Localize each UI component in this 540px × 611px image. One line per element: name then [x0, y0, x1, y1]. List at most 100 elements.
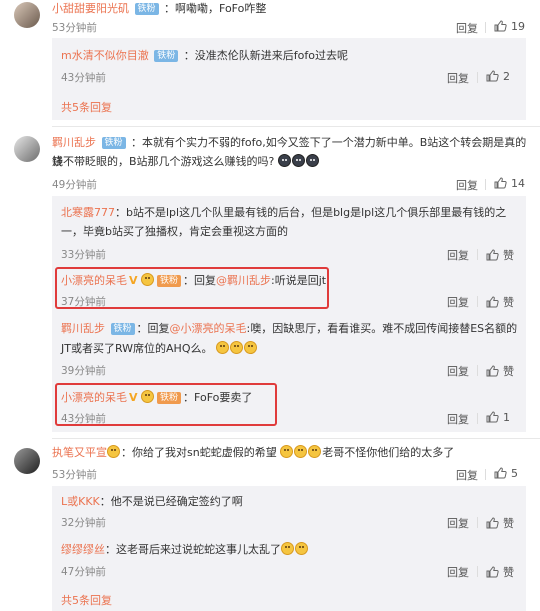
timestamp: 33分钟前 [61, 249, 106, 261]
reply-text-line2: 一，毕竟b站买了独播权，肯定会重视这方面的 [61, 225, 288, 238]
emoji-icon [291, 154, 305, 167]
like-label: 赞 [503, 517, 514, 530]
reply-body: ：b站不是lpl这几个队里最有钱的后台，但是blg是lpl这几个俱乐部里最有钱的… [115, 206, 507, 219]
like-button[interactable]: 5 [494, 467, 518, 480]
reply-button[interactable]: 回复 [447, 363, 469, 379]
comment-text: 小甜甜要阳光矶 铁粉 ：啊嘞嘞，FoFo咋整 [52, 0, 266, 18]
separator [485, 469, 486, 480]
comment-text: 执笔又平宣 ：你给了我对sn蛇蛇虚假的希望 老哥不怪你他们给的太多了 [52, 443, 454, 462]
divider [52, 438, 540, 439]
like-count: 1 [503, 411, 510, 424]
username[interactable]: 缪缪缪丝 [61, 543, 105, 556]
comment-body: ：你给了我对sn蛇蛇虚假的希望 [121, 446, 277, 459]
like-button[interactable]: 赞 [486, 564, 514, 580]
reply-button[interactable]: 回复 [447, 564, 469, 580]
reply-body: ：FoFo要卖了 [183, 391, 253, 404]
divider [52, 126, 540, 127]
username[interactable]: 北寒露777 [61, 206, 115, 219]
like-button[interactable]: 赞 [486, 363, 514, 379]
username[interactable]: 羁川乱步 [52, 136, 96, 149]
emoji-icon [216, 341, 229, 354]
username[interactable]: 小漂亮的呆毛 [61, 391, 127, 404]
like-button[interactable]: 14 [494, 177, 525, 190]
fan-badge: 铁粉 [110, 323, 135, 335]
avatar[interactable] [14, 448, 40, 474]
vip-icon: V [129, 391, 138, 404]
reply-button[interactable]: 回复 [447, 515, 469, 531]
thumbs-up-icon [486, 70, 499, 82]
fan-badge: 铁粉 [157, 275, 182, 287]
fan-badge: 铁粉 [101, 137, 126, 149]
username[interactable]: m水清不似你目澈 [61, 49, 149, 62]
fan-badge: 铁粉 [154, 50, 179, 62]
mention-link[interactable]: @羁川乱步 [216, 274, 271, 287]
like-button[interactable]: 赞 [486, 515, 514, 531]
username[interactable]: 执笔又平宣 [52, 446, 107, 459]
separator [477, 72, 478, 83]
separator [477, 413, 478, 424]
thumbs-up-icon [486, 517, 499, 529]
reply-body: :噢，因缺思厅，看看谁买。难不成回传闻接替ES名额的 [246, 322, 518, 335]
username[interactable]: 小漂亮的呆毛 [61, 274, 127, 287]
username[interactable]: L或KKK [61, 495, 100, 508]
emoji-icon [277, 154, 291, 167]
separator [477, 517, 478, 528]
reply-text: m水清不似你目澈 铁粉 ：没准杰伦队新进来后fofo过去呢 [61, 46, 348, 65]
emoji-icon [280, 445, 294, 458]
reply-body: ：他不是说已经确定签约了啊 [99, 495, 243, 508]
separator [477, 365, 478, 376]
separator [485, 22, 486, 33]
reply-text: 羁川乱步 铁粉 ：回复@小漂亮的呆毛:噢，因缺思厅，看看谁买。难不成回传闻接替ES… [61, 322, 518, 335]
fan-badge: 铁粉 [134, 3, 159, 15]
thumbs-up-icon [486, 411, 499, 423]
like-button[interactable]: 赞 [486, 294, 514, 310]
reply-button[interactable]: 回复 [447, 70, 469, 86]
reply-text: L或KKK：他不是说已经确定签约了啊 [61, 492, 243, 511]
thumbs-up-icon [494, 467, 507, 479]
reply-button[interactable]: 回复 [456, 467, 478, 483]
reply-button[interactable]: 回复 [456, 20, 478, 36]
fan-badge: 铁粉 [157, 392, 182, 404]
reply-body: :听说是回jt [271, 274, 327, 287]
reply-button[interactable]: 回复 [447, 247, 469, 263]
reply-text: 小漂亮的呆毛 V 铁粉 ：FoFo要卖了 [61, 388, 252, 407]
like-count: 19 [511, 20, 525, 33]
like-label: 赞 [503, 566, 514, 579]
thumbs-up-icon [486, 296, 499, 308]
like-count: 2 [503, 70, 510, 83]
reply-button[interactable]: 回复 [456, 177, 478, 193]
emoji-icon [107, 445, 120, 458]
username[interactable]: 小甜甜要阳光矶 [52, 2, 129, 15]
emoji-icon [141, 273, 155, 286]
reply-button[interactable]: 回复 [447, 411, 469, 427]
like-button[interactable]: 2 [486, 70, 510, 83]
avatar[interactable] [14, 2, 40, 28]
avatar[interactable] [14, 136, 40, 162]
timestamp: 37分钟前 [61, 296, 106, 308]
reply-text-line2: JT或者买了RW席位的AHQ么。 [61, 339, 258, 358]
like-label: 赞 [503, 296, 514, 309]
timestamp: 47分钟前 [61, 566, 106, 578]
separator [477, 566, 478, 577]
like-label: 赞 [503, 365, 514, 378]
like-button[interactable]: 赞 [486, 247, 514, 263]
username[interactable]: 羁川乱步 [61, 322, 105, 335]
reply-body: ：这老哥后来过说蛇蛇这事儿太乱了 [105, 543, 281, 556]
like-button[interactable]: 1 [486, 411, 510, 424]
more-replies-link[interactable]: 共5条回复 [61, 592, 112, 608]
emoji-icon [230, 341, 243, 354]
thumbs-up-icon [494, 177, 507, 189]
emoji-icon [295, 542, 308, 555]
emoji-icon [141, 390, 155, 403]
timestamp: 32分钟前 [61, 517, 106, 529]
emoji-icon [244, 341, 257, 354]
like-button[interactable]: 19 [494, 20, 525, 33]
timestamp: 53分钟前 [52, 469, 97, 481]
comment-body: ：啊嘞嘞，FoFo咋整 [164, 2, 267, 15]
reply-button[interactable]: 回复 [447, 294, 469, 310]
more-replies-link[interactable]: 共5条回复 [61, 99, 112, 115]
emoji-icon [308, 445, 322, 458]
mention-link[interactable]: @小漂亮的呆毛 [170, 322, 247, 335]
reply-text: 北寒露777：b站不是lpl这几个队里最有钱的后台，但是blg是lpl这几个俱乐… [61, 203, 523, 222]
thumbs-up-icon [494, 20, 507, 32]
